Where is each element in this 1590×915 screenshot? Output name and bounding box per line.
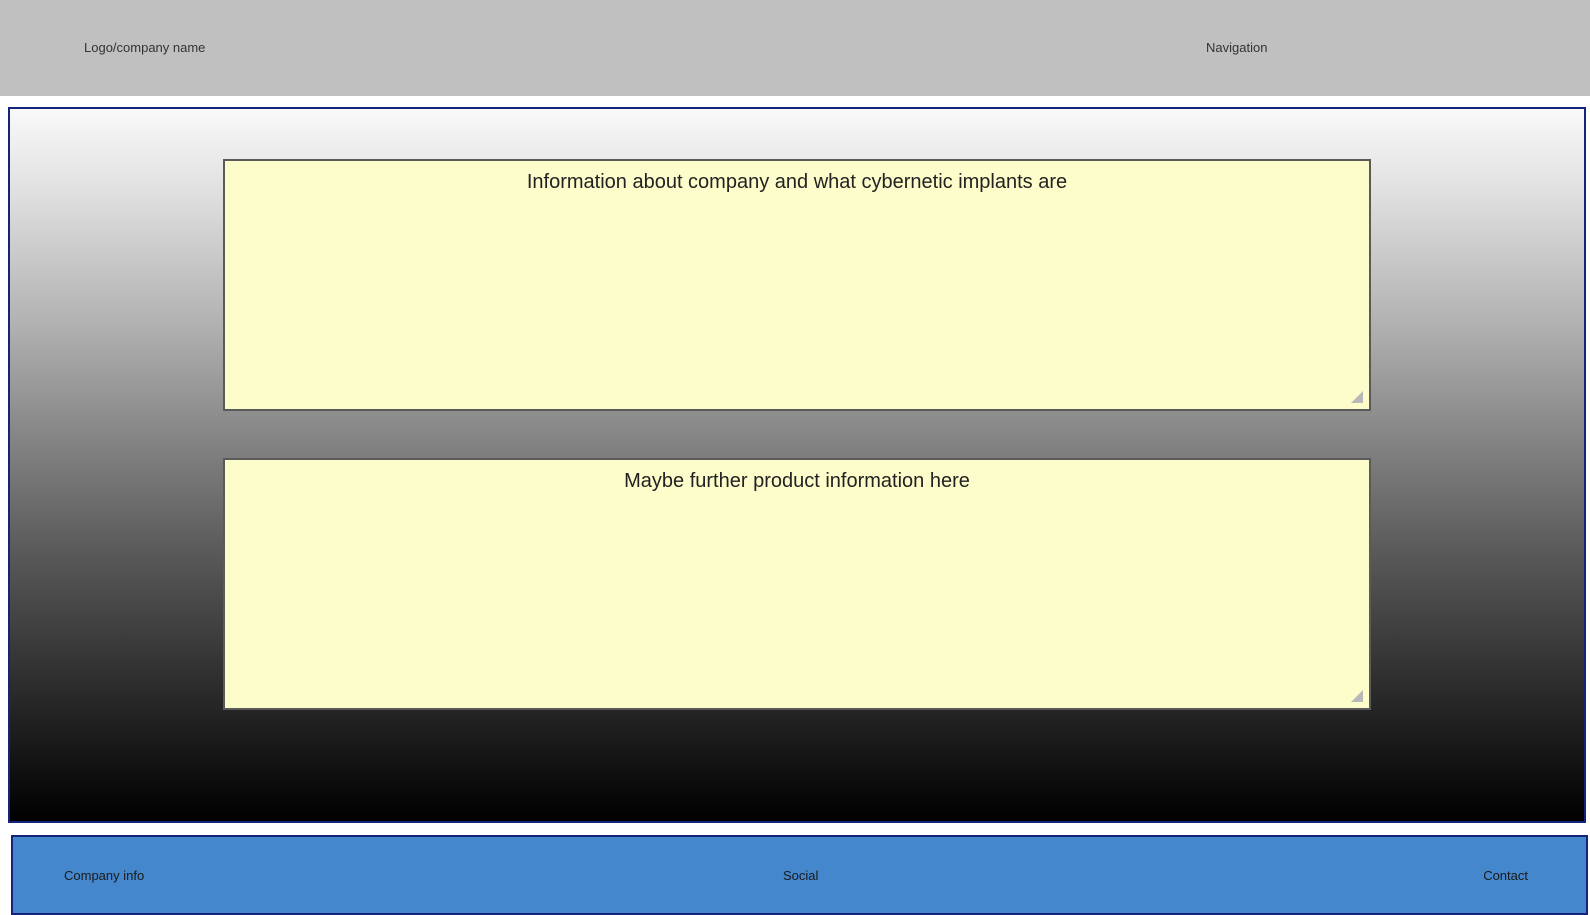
logo-company-name[interactable]: Logo/company name xyxy=(84,40,205,55)
footer-social-link[interactable]: Social xyxy=(783,868,818,883)
main-content-area: Information about company and what cyber… xyxy=(8,107,1586,823)
resize-handle-icon[interactable] xyxy=(1351,391,1363,403)
resize-handle-icon[interactable] xyxy=(1351,690,1363,702)
footer-company-info-link[interactable]: Company info xyxy=(64,868,144,883)
footer-contact-link[interactable]: Contact xyxy=(1483,868,1528,883)
company-info-textbox[interactable]: Information about company and what cyber… xyxy=(223,159,1371,411)
site-footer: Company info Social Contact xyxy=(11,835,1588,915)
navigation-link[interactable]: Navigation xyxy=(1206,40,1267,55)
site-header: Logo/company name Navigation xyxy=(0,0,1590,96)
product-info-text: Maybe further product information here xyxy=(624,470,970,492)
company-info-text: Information about company and what cyber… xyxy=(526,171,1068,193)
product-info-textbox[interactable]: Maybe further product information here xyxy=(223,458,1371,710)
